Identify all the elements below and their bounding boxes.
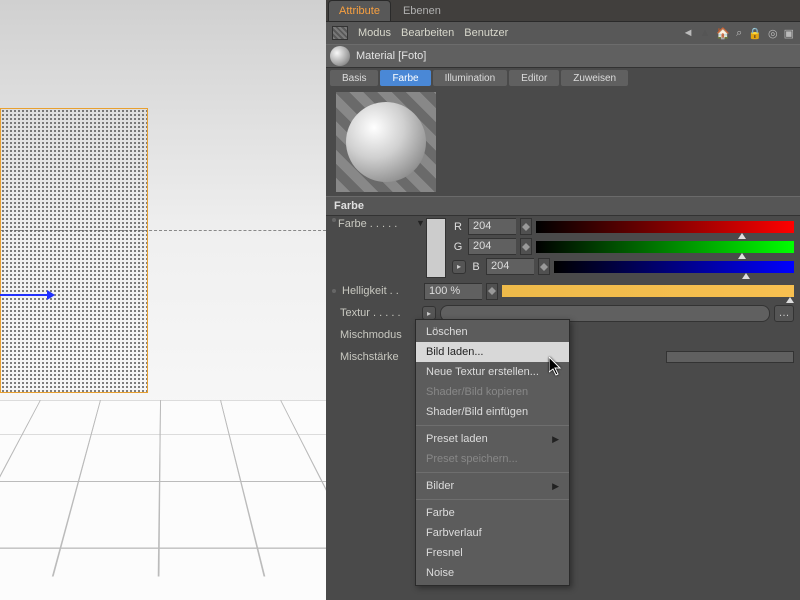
slider-brightness[interactable] [502,285,794,297]
slider-mix[interactable] [666,351,794,363]
tab-attribute[interactable]: Attribute [328,0,391,21]
home-icon[interactable]: 🏠 [716,27,730,40]
floor-grid [0,400,326,600]
material-header: Material [Foto] [326,44,800,68]
mesh-object[interactable] [0,108,148,393]
field-brightness[interactable]: 100 % [424,283,482,300]
slider-b[interactable] [554,261,794,273]
toolbar-icons: ◄ ▲ 🏠 ⌕ 🔒 ◎ ▣ [683,27,800,40]
texture-context-menu: Löschen Bild laden... Neue Textur erstel… [415,319,570,586]
menu-bearbeiten[interactable]: Bearbeiten [401,27,454,39]
field-b[interactable]: 204 [486,258,534,275]
viewport-3d[interactable] [0,0,326,600]
spinner-b[interactable] [538,258,550,275]
slider-g[interactable] [536,241,794,253]
material-ball-icon [330,46,350,66]
ctx-farbe[interactable]: Farbe [416,503,569,523]
spinner-brightness[interactable] [486,283,498,300]
axis-z-icon[interactable] [0,290,60,300]
label-r: R [452,221,464,233]
separator [416,472,569,473]
drag-handle-icon[interactable] [332,26,348,40]
spinner-g[interactable] [520,238,532,255]
chan-basis[interactable]: Basis [330,70,378,86]
ctx-shader-kopieren: Shader/Bild kopieren [416,382,569,402]
texture-menu-button[interactable]: ▸ [422,306,436,320]
preview-box[interactable] [336,92,436,192]
ctx-bilder[interactable]: Bilder▶ [416,476,569,496]
menu-modus[interactable]: Modus [358,27,391,39]
search-icon[interactable]: ⌕ [736,27,742,40]
anim-dot-icon[interactable] [332,289,336,293]
chan-zuweisen[interactable]: Zuweisen [561,70,628,86]
chan-editor[interactable]: Editor [509,70,559,86]
chan-illumination[interactable]: Illumination [433,70,508,86]
label-b: B [470,261,482,273]
material-title: Material [Foto] [356,50,426,62]
target-icon[interactable]: ◎ [768,27,778,40]
ctx-neue-textur[interactable]: Neue Textur erstellen... [416,362,569,382]
ctx-farbverlauf[interactable]: Farbverlauf [416,523,569,543]
ctx-shader-einfuegen[interactable]: Shader/Bild einfügen [416,402,569,422]
ctx-preset-speichern: Preset speichern... [416,449,569,469]
ctx-preset-laden[interactable]: Preset laden▶ [416,429,569,449]
chan-farbe[interactable]: Farbe [380,70,430,86]
field-g[interactable]: 204 [468,238,516,255]
ctx-bild-laden[interactable]: Bild laden... [416,342,569,362]
field-r[interactable]: 204 [468,218,516,235]
channel-tabs: Basis Farbe Illumination Editor Zuweisen [326,68,800,88]
label-mischmodus: Mischmodus [340,329,418,341]
material-preview [326,88,800,196]
label-farbe: Farbe . . . . . [338,218,416,230]
dropdown-icon[interactable]: ▼ [416,218,426,228]
section-farbe: Farbe [326,196,800,216]
label-textur: Textur . . . . . [340,307,418,319]
spinner-r[interactable] [520,218,532,235]
slider-r[interactable] [536,221,794,233]
label-g: G [452,241,464,253]
menu-bar: Modus Bearbeiten Benutzer ◄ ▲ 🏠 ⌕ 🔒 ◎ ▣ [326,22,800,44]
color-swatch[interactable] [426,218,446,278]
anim-dot-icon[interactable] [332,218,336,222]
separator [416,499,569,500]
lock-icon[interactable]: 🔒 [748,27,762,40]
separator [416,425,569,426]
tab-ebenen[interactable]: Ebenen [393,1,451,21]
nav-back-icon[interactable]: ◄ [683,27,694,39]
rgb-toggle-icon[interactable]: ▸ [452,260,466,274]
nav-up-icon[interactable]: ▲ [700,27,711,39]
submenu-arrow-icon: ▶ [552,481,559,492]
submenu-arrow-icon: ▶ [552,434,559,445]
panel-tabs: Attribute Ebenen [326,0,800,22]
new-icon[interactable]: ▣ [784,27,794,40]
preview-ball-icon [346,102,426,182]
browse-button[interactable]: … [774,305,794,322]
ctx-noise[interactable]: Noise [416,563,569,583]
ctx-fresnel[interactable]: Fresnel [416,543,569,563]
label-mischstaerke: Mischstärke [340,351,418,363]
ctx-loeschen[interactable]: Löschen [416,322,569,342]
label-helligkeit: Helligkeit . . [342,285,420,297]
menu-benutzer[interactable]: Benutzer [464,27,508,39]
